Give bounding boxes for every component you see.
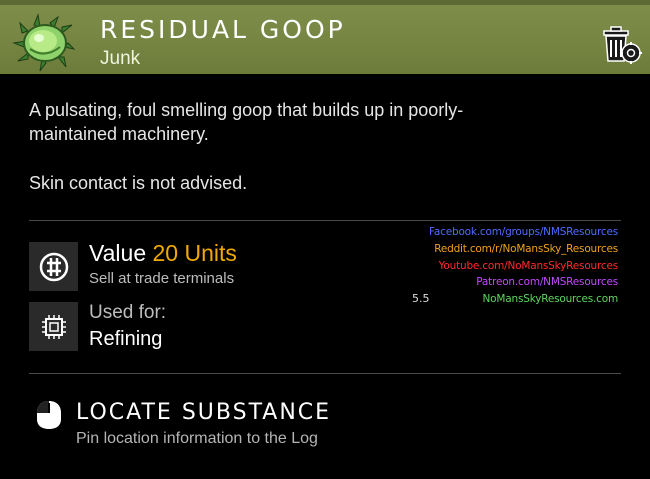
watermark-link[interactable]: Patreon.com/NMSResources xyxy=(476,276,618,288)
watermark-version: 5.5 xyxy=(412,292,430,305)
watermark-link[interactable]: Facebook.com/groups/NMSResources xyxy=(429,226,618,238)
used-for-icon-box xyxy=(29,302,78,351)
item-title: RESIDUAL GOOP xyxy=(100,15,346,44)
item-category: Junk xyxy=(100,48,141,69)
description-paragraph: A pulsating, foul smelling goop that bui… xyxy=(29,100,464,144)
item-header: RESIDUAL GOOP Junk xyxy=(0,0,650,74)
processor-chip-icon xyxy=(41,314,66,339)
used-for-label: Used for: xyxy=(89,302,167,323)
goop-icon xyxy=(12,13,76,72)
trash-gear-icon[interactable] xyxy=(596,17,644,69)
divider xyxy=(29,373,621,374)
watermark-link[interactable]: Reddit.com/r/NoMansSky_Resources xyxy=(434,243,618,255)
item-description: A pulsating, foul smelling goop that bui… xyxy=(29,98,549,195)
units-icon xyxy=(39,252,68,281)
value-icon-box xyxy=(29,242,78,291)
value-subtitle: Sell at trade terminals xyxy=(89,270,235,287)
locate-substance-subtitle: Pin location information to the Log xyxy=(76,430,318,447)
value-amount: 20 Units xyxy=(152,240,237,266)
locate-substance-button[interactable]: LOCATE SUBSTANCE xyxy=(76,400,331,425)
description-warning: Skin contact is not advised. xyxy=(29,173,248,193)
mouse-icon[interactable] xyxy=(33,399,65,431)
used-for-value: Refining xyxy=(89,328,163,350)
value-line: Value 20 Units xyxy=(89,240,237,267)
value-label: Value xyxy=(89,240,147,266)
watermark-link[interactable]: Youtube.com/NoMansSkyResources xyxy=(439,260,619,272)
watermark-link[interactable]: NoMansSkyResources.com xyxy=(483,293,619,305)
divider xyxy=(29,220,621,221)
